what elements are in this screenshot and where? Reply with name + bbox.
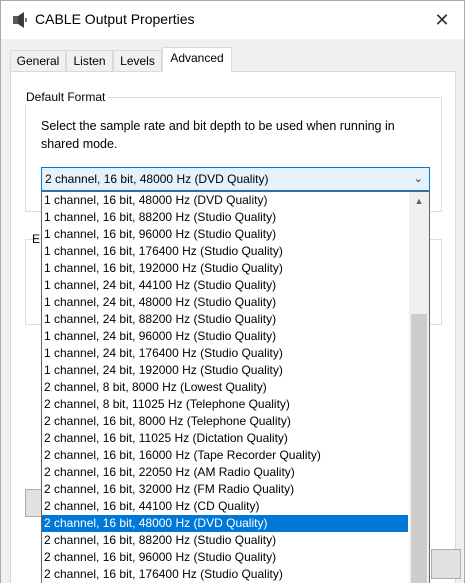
dropdown-scrollbar[interactable]: ▲ (409, 192, 429, 583)
format-option[interactable]: 2 channel, 16 bit, 32000 Hz (FM Radio Qu… (42, 481, 408, 498)
tab-levels[interactable]: Levels (113, 50, 162, 71)
format-option[interactable]: 2 channel, 16 bit, 88200 Hz (Studio Qual… (42, 532, 408, 549)
format-option[interactable]: 1 channel, 24 bit, 96000 Hz (Studio Qual… (42, 328, 408, 345)
format-option[interactable]: 2 channel, 16 bit, 22050 Hz (AM Radio Qu… (42, 464, 408, 481)
default-format-title: Default Format (23, 90, 109, 104)
format-option[interactable]: 1 channel, 16 bit, 88200 Hz (Studio Qual… (42, 209, 408, 226)
default-format-select[interactable]: 2 channel, 16 bit, 48000 Hz (DVD Quality… (41, 167, 430, 191)
format-option[interactable]: 2 channel, 16 bit, 96000 Hz (Studio Qual… (42, 549, 408, 566)
window-title: CABLE Output Properties (35, 11, 195, 27)
exclusive-mode-title: E (32, 232, 41, 246)
format-option[interactable]: 1 channel, 24 bit, 192000 Hz (Studio Qua… (42, 362, 408, 379)
format-option[interactable]: 2 channel, 8 bit, 8000 Hz (Lowest Qualit… (42, 379, 408, 396)
format-option[interactable]: 1 channel, 16 bit, 176400 Hz (Studio Qua… (42, 243, 408, 260)
format-option[interactable]: 1 channel, 24 bit, 44100 Hz (Studio Qual… (42, 277, 408, 294)
format-option[interactable]: 2 channel, 16 bit, 11025 Hz (Dictation Q… (42, 430, 408, 447)
format-option[interactable]: 2 channel, 16 bit, 44100 Hz (CD Quality) (42, 498, 408, 515)
format-option[interactable]: 1 channel, 24 bit, 48000 Hz (Studio Qual… (42, 294, 408, 311)
format-option[interactable]: 2 channel, 16 bit, 16000 Hz (Tape Record… (42, 447, 408, 464)
format-option[interactable]: 1 channel, 16 bit, 48000 Hz (DVD Quality… (42, 192, 408, 209)
format-option[interactable]: 1 channel, 24 bit, 88200 Hz (Studio Qual… (42, 311, 408, 328)
properties-dialog: CABLE Output Properties ✕ General Listen… (0, 0, 465, 583)
default-format-selected-value: 2 channel, 16 bit, 48000 Hz (DVD Quality… (45, 172, 269, 186)
format-option[interactable]: 2 channel, 16 bit, 8000 Hz (Telephone Qu… (42, 413, 408, 430)
title-bar[interactable]: CABLE Output Properties ✕ (1, 1, 464, 39)
tab-advanced[interactable]: Advanced (162, 47, 232, 72)
default-format-description: Select the sample rate and bit depth to … (41, 119, 395, 151)
format-option[interactable]: 1 channel, 16 bit, 192000 Hz (Studio Qua… (42, 260, 408, 277)
speaker-app-icon (13, 12, 27, 28)
format-option[interactable]: 1 channel, 24 bit, 176400 Hz (Studio Qua… (42, 345, 408, 362)
close-icon: ✕ (434, 9, 450, 30)
format-option[interactable]: 2 channel, 16 bit, 176400 Hz (Studio Qua… (42, 566, 408, 583)
format-option[interactable]: 1 channel, 16 bit, 96000 Hz (Studio Qual… (42, 226, 408, 243)
tab-listen[interactable]: Listen (66, 50, 113, 71)
scroll-thumb[interactable] (411, 314, 427, 583)
close-button[interactable]: ✕ (419, 1, 465, 39)
tab-general[interactable]: General (10, 50, 66, 71)
chevron-down-icon: ⌄ (413, 173, 423, 185)
format-options: 1 channel, 16 bit, 48000 Hz (DVD Quality… (42, 192, 408, 583)
format-option[interactable]: 2 channel, 16 bit, 48000 Hz (DVD Quality… (42, 515, 408, 532)
format-option[interactable]: 2 channel, 8 bit, 11025 Hz (Telephone Qu… (42, 396, 408, 413)
scroll-up-icon[interactable]: ▲ (409, 192, 429, 209)
apply-button[interactable] (431, 549, 461, 579)
format-dropdown-list[interactable]: 1 channel, 16 bit, 48000 Hz (DVD Quality… (41, 191, 430, 583)
